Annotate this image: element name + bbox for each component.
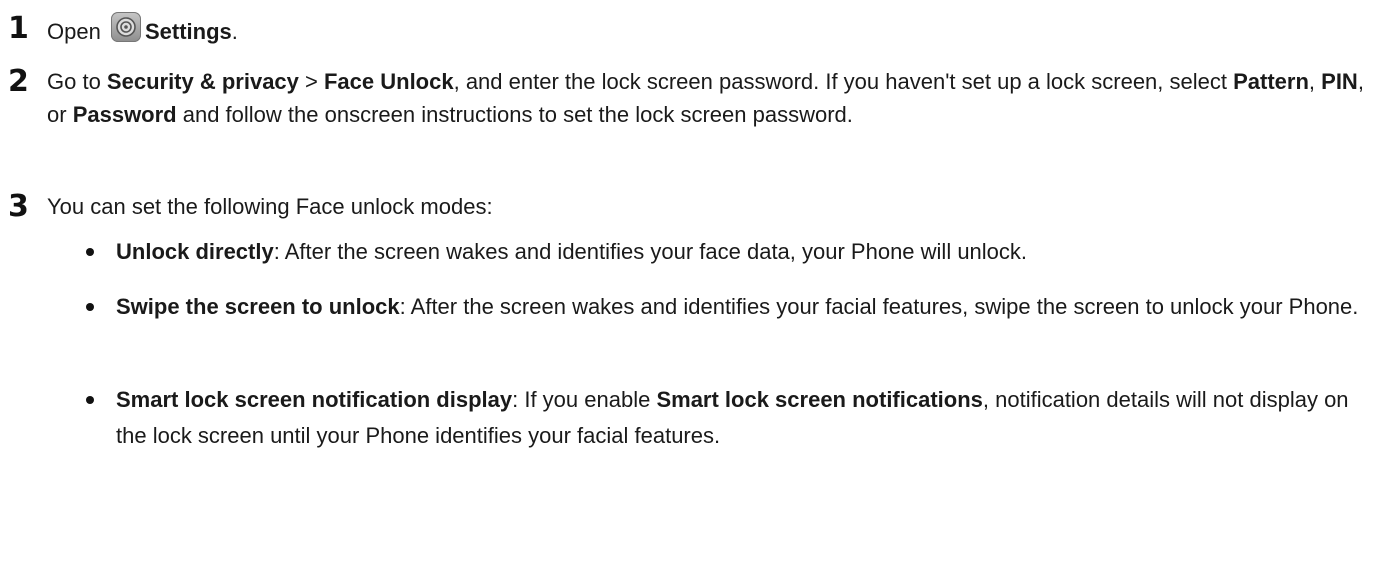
step-text: Go to Security & privacy > Face Unlock, … — [47, 69, 1364, 127]
mode-title: Smart lock screen notification display — [116, 387, 513, 412]
settings-gear-icon — [110, 12, 141, 42]
step-number: 3 — [8, 189, 29, 224]
step-number: 1 — [8, 11, 29, 46]
mode-text: Unlock directly: After the screen wakes … — [116, 239, 1028, 264]
password-label: Password — [72, 102, 177, 127]
face-unlock-instructions: 1 Open Settings. 2 Go to Security & priv… — [0, 0, 1392, 562]
pattern-label: Pattern — [1233, 69, 1309, 94]
step-number: 2 — [8, 64, 29, 99]
bullet-dot — [86, 396, 94, 404]
step-text: You can set the following Face unlock mo… — [47, 194, 493, 219]
settings-label: Settings — [144, 19, 232, 44]
mode-title: Swipe the screen to unlock — [116, 294, 400, 319]
smart-lock-notifications-label: Smart lock screen notifications — [656, 387, 983, 412]
bullet-dot — [86, 248, 94, 256]
mode-text: Smart lock screen notification display: … — [116, 387, 1349, 448]
bullet-dot — [86, 303, 94, 311]
step-text: Open Settings. — [47, 12, 1382, 48]
mode-text: Swipe the screen to unlock: After the sc… — [116, 294, 1359, 319]
pin-label: PIN — [1321, 69, 1358, 94]
face-unlock-label: Face Unlock — [323, 69, 454, 94]
mode-title: Unlock directly — [116, 239, 274, 264]
security-privacy-label: Security & privacy — [106, 69, 299, 94]
